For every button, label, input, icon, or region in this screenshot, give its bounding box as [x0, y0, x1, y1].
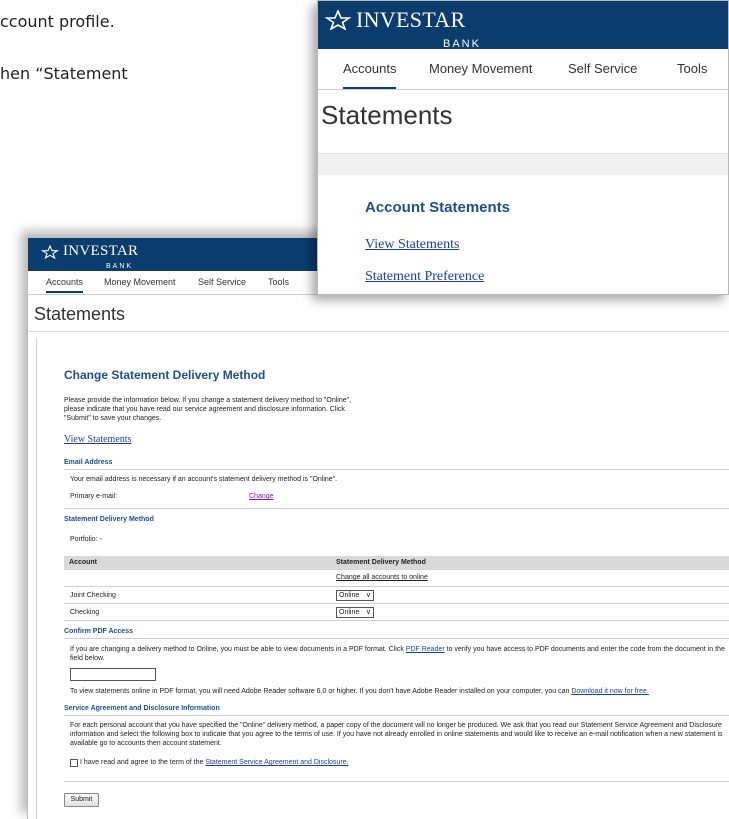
document-text-line: hen “Statement: [0, 64, 128, 83]
bank-name: INVESTAR: [63, 243, 139, 259]
table-divider: [64, 586, 729, 587]
account-name: Checking: [70, 609, 100, 616]
table-divider: [64, 620, 729, 621]
bank-header: INVESTAR BANK: [318, 1, 728, 50]
delivery-method-select[interactable]: Online ∨: [336, 590, 374, 601]
section-band: [318, 153, 728, 175]
portfolio-label: Portfolio: -: [70, 536, 102, 543]
change-email-link[interactable]: Change: [249, 493, 274, 500]
form-title: Change Statement Delivery Method: [64, 368, 266, 382]
section-divider: [64, 508, 729, 509]
bank-subtitle: BANK: [106, 263, 134, 270]
star-logo-icon: [40, 244, 60, 259]
divider: [28, 331, 729, 332]
tab-accounts[interactable]: Accounts: [46, 277, 84, 293]
page-title: Statements: [321, 100, 453, 130]
pdf-reader-link[interactable]: PDF Reader: [406, 646, 445, 653]
section-divider: [64, 638, 729, 639]
statement-preference-link[interactable]: Statement Preference: [365, 269, 484, 285]
email-section-title: Email Address: [64, 459, 113, 466]
section-divider: [64, 469, 729, 470]
agreement-text: For each personal account that you have …: [70, 722, 723, 747]
submit-button[interactable]: Submit: [64, 793, 99, 807]
bank-logo[interactable]: INVESTAR: [323, 9, 465, 31]
document-text-line: ccount profile.: [0, 12, 115, 31]
view-statements-link[interactable]: View Statements: [365, 237, 459, 253]
column-delivery-method: Statement Delivery Method: [336, 559, 426, 566]
agree-checkbox[interactable]: [70, 759, 78, 767]
form-panel: Change Statement Delivery Method Please …: [36, 338, 729, 819]
tab-accounts[interactable]: Accounts: [343, 61, 397, 89]
section-divider: [64, 715, 729, 716]
primary-email-label: Primary e-mail:: [70, 493, 118, 500]
download-reader-link[interactable]: Download it now for free.: [571, 688, 648, 695]
statements-menu-screenshot: INVESTAR BANK Accounts Money Movement Se…: [317, 0, 729, 295]
column-account: Account: [69, 559, 97, 566]
page-title: Statements: [34, 304, 126, 324]
intro-text: Please provide the information below. If…: [64, 397, 352, 422]
pdf-text: If you are changing a delivery method to…: [70, 646, 406, 653]
tab-money-movement[interactable]: Money Movement: [429, 61, 532, 76]
statement-delivery-screenshot: INVESTAR BANK Accounts Money Movement Se…: [27, 237, 729, 819]
adobe-reader-text: To view statements online in PDF format,…: [70, 688, 649, 695]
account-statements-title: Account Statements: [365, 199, 511, 216]
tab-tools[interactable]: Tools: [268, 277, 289, 287]
bank-logo[interactable]: INVESTAR: [40, 244, 138, 259]
delivery-method-select[interactable]: Online ∨: [336, 607, 374, 618]
star-logo-icon: [324, 10, 352, 30]
change-all-online-link[interactable]: Change all accounts to online: [336, 574, 428, 581]
select-value: Online: [339, 609, 360, 616]
view-statements-link[interactable]: View Statements: [64, 434, 131, 445]
tab-self-service[interactable]: Self Service: [198, 277, 246, 287]
pdf-section-title: Confirm PDF Access: [64, 628, 133, 635]
section-divider: [64, 781, 729, 782]
tab-self-service[interactable]: Self Service: [568, 61, 637, 76]
chevron-down-icon: ∨: [365, 592, 371, 599]
account-name: Joint Checking: [70, 592, 116, 599]
select-value: Online: [339, 592, 360, 599]
chevron-down-icon: ∨: [365, 609, 371, 616]
adobe-text: To view statements online in PDF format,…: [70, 688, 572, 695]
pdf-instructions: If you are changing a delivery method to…: [70, 645, 725, 663]
agreement-link[interactable]: Statement Service Agreement and Disclosu…: [205, 759, 348, 766]
main-nav: Accounts Money Movement Self Service Too…: [318, 49, 728, 90]
delivery-section-title: Statement Delivery Method: [64, 516, 154, 523]
tab-tools[interactable]: Tools: [677, 61, 707, 76]
table-header: Account Statement Delivery Method: [64, 556, 729, 570]
agreement-section-title: Service Agreement and Disclosure Informa…: [64, 705, 220, 712]
pdf-code-input[interactable]: [70, 668, 156, 681]
agree-text: I have read and agree to the term of the: [80, 759, 206, 766]
email-note: Your email address is necessary if an ac…: [70, 476, 338, 483]
tab-money-movement[interactable]: Money Movement: [104, 277, 176, 287]
agree-label: I have read and agree to the term of the…: [80, 759, 349, 766]
table-divider: [64, 603, 729, 604]
bank-name: INVESTAR: [356, 7, 466, 32]
